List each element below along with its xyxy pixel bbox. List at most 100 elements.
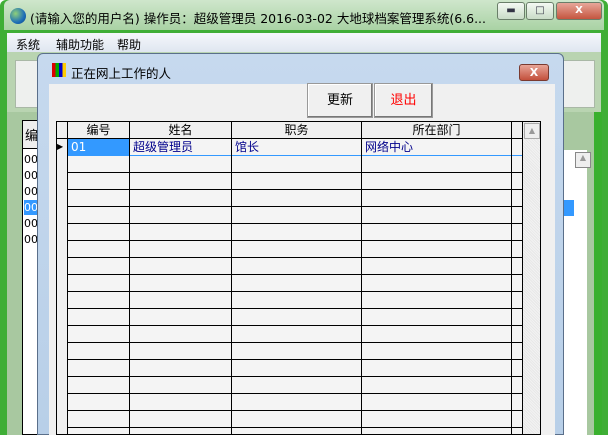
grid-cell-department[interactable] xyxy=(362,224,512,241)
grid-cell-id[interactable] xyxy=(68,428,130,434)
minimize-button[interactable]: ▬ xyxy=(497,2,525,20)
grid-cell-id[interactable] xyxy=(68,309,130,326)
grid-cell-position[interactable] xyxy=(232,411,362,428)
grid-scrollbar[interactable]: ▲ xyxy=(523,122,540,434)
column-header-id[interactable]: 编号 xyxy=(68,122,130,139)
grid-cell-position[interactable] xyxy=(232,224,362,241)
grid-cell-position[interactable] xyxy=(232,241,362,258)
grid-cell-position[interactable] xyxy=(232,258,362,275)
grid-row[interactable] xyxy=(57,173,523,190)
grid-cell-id[interactable] xyxy=(68,292,130,309)
grid-cell-department[interactable] xyxy=(362,326,512,343)
grid-cell-department[interactable] xyxy=(362,360,512,377)
grid-cell-id[interactable] xyxy=(68,207,130,224)
grid-row[interactable] xyxy=(57,343,523,360)
grid-cell-id[interactable] xyxy=(68,156,130,173)
grid-cell-id[interactable] xyxy=(68,173,130,190)
grid-row[interactable] xyxy=(57,428,523,434)
exit-button[interactable]: 退出 xyxy=(374,83,433,118)
menu-system[interactable]: 系统 xyxy=(16,36,40,53)
grid-cell-position[interactable] xyxy=(232,275,362,292)
grid-cell-name[interactable] xyxy=(130,173,232,190)
grid-cell-name[interactable]: 超级管理员 xyxy=(130,139,232,156)
grid-cell-position[interactable] xyxy=(232,343,362,360)
grid-cell-position[interactable] xyxy=(232,292,362,309)
grid-cell-position[interactable] xyxy=(232,173,362,190)
maximize-button[interactable]: □ xyxy=(526,2,554,20)
grid-row[interactable] xyxy=(57,207,523,224)
grid-row[interactable] xyxy=(57,190,523,207)
grid-cell-department[interactable] xyxy=(362,309,512,326)
grid-cell-department[interactable] xyxy=(362,173,512,190)
grid-cell-position[interactable] xyxy=(232,207,362,224)
grid-cell-position[interactable] xyxy=(232,190,362,207)
grid-cell-name[interactable] xyxy=(130,309,232,326)
grid-cell-id[interactable] xyxy=(68,241,130,258)
grid-row[interactable] xyxy=(57,326,523,343)
grid-cell-department[interactable] xyxy=(362,411,512,428)
grid-cell-id[interactable] xyxy=(68,326,130,343)
grid-row[interactable] xyxy=(57,156,523,173)
grid-cell-id[interactable] xyxy=(68,360,130,377)
grid-cell-position[interactable] xyxy=(232,156,362,173)
grid-cell-department[interactable] xyxy=(362,207,512,224)
grid-cell-id[interactable] xyxy=(68,377,130,394)
grid-cell-name[interactable] xyxy=(130,207,232,224)
grid-cell-department[interactable] xyxy=(362,275,512,292)
grid-cell-name[interactable] xyxy=(130,258,232,275)
grid-cell-department[interactable] xyxy=(362,241,512,258)
grid-cell-id[interactable] xyxy=(68,411,130,428)
dialog-close-button[interactable]: X xyxy=(519,64,549,81)
grid-cell-name[interactable] xyxy=(130,275,232,292)
grid-cell-name[interactable] xyxy=(130,343,232,360)
grid-row[interactable] xyxy=(57,292,523,309)
grid-cell-name[interactable] xyxy=(130,326,232,343)
grid-cell-department[interactable] xyxy=(362,258,512,275)
menu-help[interactable]: 帮助 xyxy=(117,36,141,53)
column-header-position[interactable]: 职务 xyxy=(232,122,362,139)
grid-row[interactable] xyxy=(57,394,523,411)
grid-cell-department[interactable]: 网络中心 xyxy=(362,139,512,156)
grid-cell-position[interactable] xyxy=(232,428,362,434)
grid-cell-position[interactable] xyxy=(232,309,362,326)
grid-cell-department[interactable] xyxy=(362,292,512,309)
grid-cell-name[interactable] xyxy=(130,241,232,258)
grid-cell-position[interactable]: 馆长 xyxy=(232,139,362,156)
grid-cell-name[interactable] xyxy=(130,224,232,241)
close-button[interactable]: X xyxy=(556,2,602,20)
grid-cell-id[interactable] xyxy=(68,343,130,360)
grid-cell-name[interactable] xyxy=(130,428,232,434)
refresh-button[interactable]: 更新 xyxy=(307,83,373,118)
grid-cell-department[interactable] xyxy=(362,190,512,207)
grid-row[interactable]: ▶ 01 超级管理员 馆长 网络中心 xyxy=(57,139,523,156)
grid-cell-name[interactable] xyxy=(130,292,232,309)
grid-cell-name[interactable] xyxy=(130,394,232,411)
grid-cell-department[interactable] xyxy=(362,428,512,434)
users-grid[interactable]: 编号 姓名 职务 所在部门 ▶ 01 超级管理员 馆长 网络中心 ▲ xyxy=(56,121,541,435)
grid-cell-name[interactable] xyxy=(130,156,232,173)
grid-cell-id[interactable] xyxy=(68,394,130,411)
grid-cell-id[interactable] xyxy=(68,190,130,207)
grid-cell-id[interactable]: 01 xyxy=(68,139,130,156)
grid-cell-department[interactable] xyxy=(362,343,512,360)
grid-cell-position[interactable] xyxy=(232,326,362,343)
grid-cell-position[interactable] xyxy=(232,360,362,377)
grid-cell-name[interactable] xyxy=(130,377,232,394)
grid-scroll-up-button[interactable]: ▲ xyxy=(524,123,540,139)
grid-row[interactable] xyxy=(57,360,523,377)
grid-cell-department[interactable] xyxy=(362,156,512,173)
grid-cell-name[interactable] xyxy=(130,360,232,377)
scroll-up-button[interactable]: ▲ xyxy=(575,152,591,168)
grid-row[interactable] xyxy=(57,241,523,258)
grid-cell-department[interactable] xyxy=(362,394,512,411)
grid-cell-id[interactable] xyxy=(68,258,130,275)
menu-tools[interactable]: 辅助功能 xyxy=(56,36,104,53)
grid-row[interactable] xyxy=(57,275,523,292)
column-header-name[interactable]: 姓名 xyxy=(130,122,232,139)
grid-cell-name[interactable] xyxy=(130,411,232,428)
grid-cell-id[interactable] xyxy=(68,224,130,241)
column-header-department[interactable]: 所在部门 xyxy=(362,122,512,139)
grid-cell-id[interactable] xyxy=(68,275,130,292)
grid-cell-position[interactable] xyxy=(232,377,362,394)
grid-row[interactable] xyxy=(57,411,523,428)
